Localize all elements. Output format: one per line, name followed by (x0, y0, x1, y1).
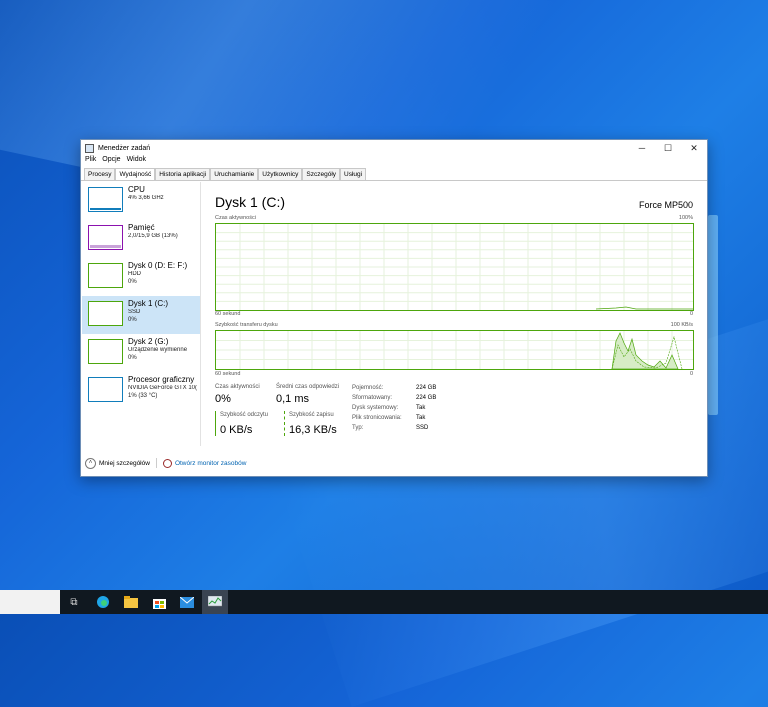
tab-details[interactable]: Szczegóły (302, 168, 341, 180)
transfer-graph-label: Szybkość transferu dysku (215, 322, 278, 328)
response-time-stat-label: Średni czas odpowiedzi (276, 384, 340, 390)
sidebar-item-label: Dysk 0 (D: E: F:) (128, 261, 188, 270)
disk0-thumbnail-graph (88, 263, 123, 288)
file-explorer-icon[interactable] (123, 594, 139, 610)
sidebar-item-usage: 1% (33 °C) (128, 393, 158, 399)
active-time-graph-max: 100% (678, 215, 693, 221)
open-resource-monitor-link[interactable]: Otwórz monitor zasobów (175, 460, 247, 467)
resource-monitor-icon (162, 458, 172, 468)
write-speed-label: Szybkość zapisu (289, 412, 334, 418)
type-label: Typ: (352, 425, 364, 431)
footer-bar: ˄ Mniej szczegółów Otwórz monitor zasobó… (85, 456, 246, 470)
footer-separator (155, 458, 157, 468)
active-time-series (595, 306, 693, 310)
sidebar-item-gpu[interactable]: Procesor graficzny NVIDIA GeForce GTX 10… (82, 372, 200, 410)
sidebar-item-detail: 4% 3,66 GHz (128, 195, 164, 201)
transfer-graph-min: 0 (689, 371, 693, 377)
active-time-graph-svg (216, 224, 693, 310)
read-speed-label: Szybkość odczytu (220, 412, 269, 418)
sidebar-item-label: CPU (128, 185, 145, 194)
task-view-icon[interactable]: ⧉ (66, 594, 82, 610)
sidebar-item-cpu[interactable]: CPU 4% 3,66 GHz (82, 182, 200, 220)
maximize-button[interactable]: ☐ (655, 140, 681, 156)
sidebar-item-memory[interactable]: Pamięć 2,0/15,9 GB (13%) (82, 220, 200, 258)
sidebar-item-detail: NVIDIA GeForce GTX 10( (128, 385, 198, 391)
system-disk-value: Tak (416, 405, 426, 411)
transfer-graph-max: 100 KB/s (670, 322, 693, 328)
write-speed-indicator (284, 411, 285, 436)
sidebar-item-detail: Urządzenie wymienne (128, 347, 188, 353)
transfer-write-series (611, 332, 679, 369)
capacity-value: 224 GB (416, 385, 437, 391)
sidebar-item-disk-2[interactable]: Dysk 2 (G:) Urządzenie wymienne 0% (82, 334, 200, 372)
sidebar-item-usage: 0% (128, 355, 137, 361)
task-manager-window: Menedżer zadań ─ ☐ ✕ Plik Opcje Widok Pr… (80, 139, 708, 477)
tab-services[interactable]: Usługi (340, 168, 367, 180)
less-details-link[interactable]: Mniej szczegółów (99, 460, 150, 467)
tab-app-history[interactable]: Historia aplikacji (155, 168, 211, 180)
transfer-graph-duration: 60 sekund (215, 371, 241, 377)
type-value: SSD (416, 425, 429, 431)
minimize-button[interactable]: ─ (629, 140, 655, 156)
write-speed-value: 16,3 KB/s (289, 424, 337, 436)
active-time-graph-label: Czas aktywności (215, 215, 256, 221)
menu-options[interactable]: Opcje (102, 156, 120, 168)
sidebar-item-disk-1[interactable]: Dysk 1 (C:) SSD 0% (82, 296, 200, 334)
formatted-label: Sformatowany: (352, 395, 393, 401)
title-bar[interactable]: Menedżer zadań ─ ☐ ✕ (81, 140, 707, 156)
page-file-label: Plik stronicowania: (352, 415, 402, 421)
active-time-graph-duration: 60 sekund (215, 311, 241, 317)
disk-title: Dysk 1 (C:) (215, 194, 285, 210)
active-time-graph-min: 0 (689, 311, 693, 317)
chevron-up-icon[interactable]: ˄ (85, 457, 96, 469)
mail-icon[interactable] (179, 594, 195, 610)
response-time-stat-value: 0,1 ms (276, 393, 310, 405)
tab-performance[interactable]: Wydajność (115, 168, 156, 180)
tab-startup[interactable]: Uruchamianie (210, 168, 259, 180)
formatted-value: 224 GB (416, 395, 437, 401)
sidebar-item-usage: 0% (128, 279, 137, 285)
active-time-stat-value: 0% (215, 393, 231, 405)
task-manager-taskbar-icon[interactable] (202, 590, 228, 614)
sidebar-item-label: Dysk 2 (G:) (128, 337, 169, 346)
sidebar-item-detail: 2,0/15,9 GB (13%) (128, 233, 178, 239)
disk2-thumbnail-graph (88, 339, 123, 364)
taskbar: ⧉ (0, 590, 768, 614)
taskbar-search-box[interactable] (0, 590, 60, 614)
sidebar-item-label: Pamięć (128, 223, 155, 232)
capacity-label: Pojemność: (352, 385, 384, 391)
page-file-value: Tak (416, 415, 426, 421)
cpu-thumbnail-graph (88, 187, 123, 212)
tab-users[interactable]: Użytkownicy (258, 168, 303, 180)
menu-file[interactable]: Plik (85, 156, 96, 168)
tab-processes[interactable]: Procesy (84, 168, 116, 180)
store-icon[interactable] (151, 594, 167, 610)
menu-view[interactable]: Widok (127, 156, 146, 168)
active-time-graph (215, 223, 694, 311)
read-speed-indicator (215, 411, 216, 436)
edge-browser-icon[interactable] (95, 594, 111, 610)
active-time-stat-label: Czas aktywności (215, 384, 260, 390)
sidebar-item-disk-0[interactable]: Dysk 0 (D: E: F:) HDD 0% (82, 258, 200, 296)
task-manager-icon (85, 143, 94, 153)
sidebar-item-detail: SSD (128, 309, 141, 315)
transfer-rate-graph-svg (216, 331, 693, 369)
sidebar-item-label: Dysk 1 (C:) (128, 299, 168, 308)
tab-bar: Procesy Wydajność Historia aplikacji Uru… (81, 168, 707, 181)
disk-model: Force MP500 (638, 200, 693, 210)
sidebar-item-detail: HDD (128, 271, 141, 277)
disk1-thumbnail-graph (88, 301, 123, 326)
read-speed-value: 0 KB/s (220, 424, 253, 436)
close-button[interactable]: ✕ (681, 140, 707, 156)
menu-bar: Plik Opcje Widok (81, 156, 707, 168)
system-disk-label: Dysk systemowy: (352, 405, 399, 411)
transfer-rate-graph (215, 330, 694, 370)
wallpaper-glow (708, 215, 718, 415)
memory-thumbnail-graph (88, 225, 123, 250)
sidebar-item-usage: 0% (128, 317, 137, 323)
window-title: Menedżer zadań (98, 144, 151, 152)
performance-sidebar: CPU 4% 3,66 GHz Pamięć 2,0/15,9 GB (13%)… (82, 182, 201, 446)
sidebar-item-label: Procesor graficzny (128, 375, 195, 384)
gpu-thumbnail-graph (88, 377, 123, 402)
